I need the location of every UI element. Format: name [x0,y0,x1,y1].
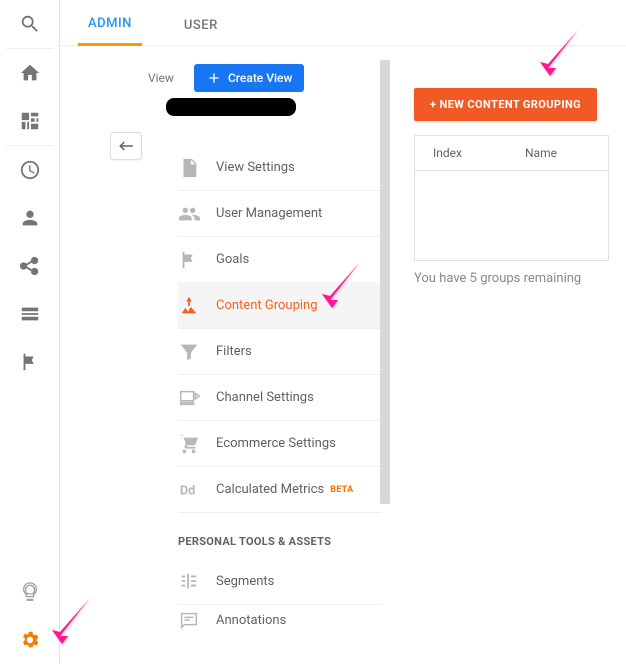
menu-goals[interactable]: Goals [178,236,382,282]
account-name-redacted [166,98,296,116]
menu-label: Calculated Metrics [216,482,324,497]
dd-icon: Dd [178,479,200,501]
nav-search[interactable] [0,0,60,48]
search-icon [19,13,41,35]
content-grouping-icon [178,295,200,317]
flag-icon [19,351,41,373]
right-column: + NEW CONTENT GROUPING Index Name You ha… [390,46,626,664]
menu-label: Segments [216,574,274,589]
nav-conversions[interactable] [0,338,60,386]
menu-label: Goals [216,252,249,267]
groups-remaining: You have 5 groups remaining [414,271,626,286]
nav-admin[interactable] [0,616,60,664]
view-column: View Create View View Settings User Mana… [60,46,390,664]
nav-discover[interactable] [0,568,60,616]
left-nav-rail [0,0,60,664]
person-icon [19,207,41,229]
menu-label: Annotations [216,613,286,628]
segments-icon [178,570,200,592]
col-index: Index [415,146,507,160]
back-icon [117,137,135,155]
people-icon [178,203,200,225]
tabs: ADMIN USER [60,0,626,46]
menu-segments[interactable]: Segments [178,558,382,604]
nav-behavior[interactable] [0,290,60,338]
menu-view-settings[interactable]: View Settings [178,144,382,190]
page-icon [178,157,200,179]
annotation-icon [178,610,200,632]
menu-channel-settings[interactable]: Channel Settings [178,374,382,420]
svg-text:Dd: Dd [180,483,196,498]
create-view-button[interactable]: Create View [194,64,304,92]
share-icon [19,255,41,277]
menu-annotations[interactable]: Annotations [178,604,382,636]
menu-filters[interactable]: Filters [178,328,382,374]
menu-user-management[interactable]: User Management [178,190,382,236]
view-menu: View Settings User Management Goals Cont… [178,144,382,636]
filter-icon [178,341,200,363]
nav-audience[interactable] [0,194,60,242]
main-area: ADMIN USER View Create View View Setting… [60,0,626,664]
cart-icon [178,433,200,455]
menu-content-grouping[interactable]: Content Grouping [178,282,382,328]
tab-admin[interactable]: ADMIN [78,2,142,46]
back-button[interactable] [110,132,142,160]
scrollbar[interactable] [380,60,390,504]
beta-badge: BETA [330,485,353,495]
plus-icon [206,70,222,86]
menu-label: Content Grouping [216,298,318,313]
menu-label: User Management [216,206,322,221]
gear-icon [19,629,41,651]
menu-label: View Settings [216,160,295,175]
nav-acquisition[interactable] [0,242,60,290]
new-content-grouping-button[interactable]: + NEW CONTENT GROUPING [414,88,597,121]
flag-icon [178,249,200,271]
behavior-icon [19,303,41,325]
table-body-empty [414,171,609,261]
create-view-label: Create View [228,71,292,85]
view-label: View [148,71,174,85]
table-header: Index Name [414,135,609,171]
nav-home[interactable] [0,49,60,97]
col-name: Name [507,146,575,160]
menu-calculated-metrics[interactable]: Dd Calculated Metrics BETA [178,466,382,512]
menu-label: Ecommerce Settings [216,436,336,451]
lightbulb-icon [19,581,41,603]
tab-user[interactable]: USER [174,4,228,45]
clock-icon [19,159,41,181]
menu-label: Channel Settings [216,390,314,405]
dashboard-icon [19,110,41,132]
channel-icon [178,387,200,409]
nav-realtime[interactable] [0,146,60,194]
menu-ecommerce-settings[interactable]: Ecommerce Settings [178,420,382,466]
menu-label: Filters [216,344,252,359]
home-icon [19,62,41,84]
nav-customization[interactable] [0,97,60,145]
section-personal-tools: PERSONAL TOOLS & ASSETS [178,512,382,558]
